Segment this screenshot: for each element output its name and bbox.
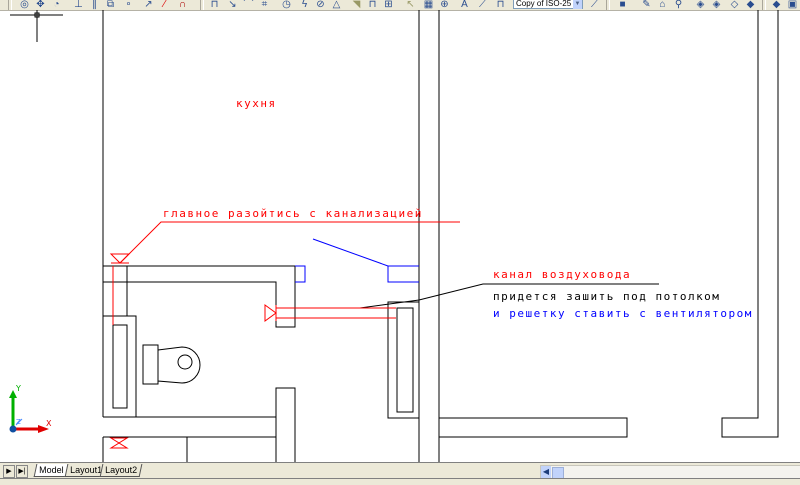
- perpendicular-icon[interactable]: ⊥: [72, 0, 85, 10]
- jogged-dim-icon[interactable]: ϟ: [298, 0, 311, 10]
- dim-update-icon[interactable]: ⊓: [494, 0, 507, 10]
- vent-opening: [295, 265, 306, 283]
- insert-block-icon[interactable]: ⧉: [104, 0, 117, 10]
- dim-style-manager-icon[interactable]: ⟋: [588, 0, 601, 10]
- duct-box-inner: [396, 307, 414, 413]
- main-note-leader: [119, 221, 460, 264]
- tab-label: Model: [39, 465, 64, 475]
- tab-layout2[interactable]: Layout2: [99, 464, 143, 477]
- orbit-icon[interactable]: ◔: [50, 0, 63, 10]
- properties-icon[interactable]: ✎: [640, 0, 653, 10]
- block-editor-icon[interactable]: ◆: [770, 0, 783, 10]
- red-annotations: [109, 221, 460, 449]
- xref-icon[interactable]: ◆: [744, 0, 757, 10]
- ucs-z-label: Z: [16, 418, 21, 426]
- walls: [10, 10, 779, 462]
- continue-dim-icon[interactable]: ⊞: [382, 0, 395, 10]
- blue-annotations: [295, 238, 419, 283]
- pan-icon[interactable]: ✥: [34, 0, 47, 10]
- layout-tab-bar: ▶ ▶| Model Layout1 Layout2 ◀: [0, 462, 800, 479]
- toolbar-separator: [200, 0, 204, 10]
- zoom-realtime-icon[interactable]: ◎: [18, 0, 31, 10]
- toilet-tank: [142, 344, 159, 385]
- diameter-dim-icon[interactable]: ⊘: [314, 0, 327, 10]
- quick-leader-icon[interactable]: ↖: [404, 0, 417, 10]
- angular-dim-icon[interactable]: △: [330, 0, 343, 10]
- partition-wall: [103, 265, 296, 328]
- wall-stub: [439, 417, 628, 438]
- draw-order-icon[interactable]: ■: [616, 0, 629, 10]
- quick-dim-icon[interactable]: ◥: [350, 0, 363, 10]
- ceiling-note: придется зашить под потолком: [493, 290, 720, 303]
- scroll-left-icon[interactable]: ◀: [541, 466, 551, 478]
- grille-note: и решетку ставить с вентилятором: [493, 307, 753, 320]
- ucs-origin: [9, 425, 17, 433]
- shaft-box: [103, 315, 137, 417]
- horizontal-scrollbar[interactable]: ◀: [540, 465, 800, 479]
- wall-corner: [721, 10, 779, 438]
- room-label: кухня: [236, 97, 277, 110]
- dim-style-dropdown[interactable]: Copy of ISO-25 ▼: [513, 0, 583, 9]
- layer-icon[interactable]: ⚲: [672, 0, 685, 10]
- center-mark-icon[interactable]: ⊕: [438, 0, 451, 10]
- annotations-text: кухня главное разойтись с канализацией к…: [163, 97, 753, 320]
- baseline-dim-icon[interactable]: ⊓: [366, 0, 379, 10]
- door-jamb: [275, 387, 296, 462]
- ucs-y-label: Y: [15, 384, 21, 393]
- tab-label: Layout2: [105, 465, 138, 475]
- drawing-canvas[interactable]: кухня главное разойтись с канализацией к…: [0, 10, 800, 462]
- ucs-x-label: X: [46, 419, 52, 428]
- block-icon[interactable]: ▣: [786, 0, 799, 10]
- shaft-inner: [112, 324, 128, 409]
- level-marker-icon: [109, 437, 129, 449]
- ucs-icon: Y X Z: [9, 384, 52, 433]
- vent-leader: [312, 238, 389, 267]
- vent-grille: [387, 265, 419, 283]
- layer-isolate-icon[interactable]: ◇: [728, 0, 741, 10]
- snap-none-icon[interactable]: ⁄: [158, 0, 171, 10]
- duct-box: [387, 301, 419, 419]
- dim-text-edit-icon[interactable]: ⟋: [476, 0, 489, 10]
- layer-match-icon[interactable]: ◈: [710, 0, 723, 10]
- arc-length-icon[interactable]: ⌒: [242, 0, 255, 10]
- match-properties-icon[interactable]: ⌂: [656, 0, 669, 10]
- last-tab-button[interactable]: ▶|: [16, 465, 28, 478]
- tab-label: Layout1: [70, 465, 103, 475]
- main-note: главное разойтись с канализацией: [163, 207, 423, 220]
- dim-edit-icon[interactable]: A: [458, 0, 471, 10]
- parallel-icon[interactable]: ∥: [88, 0, 101, 10]
- ordinate-dim-icon[interactable]: ⌗: [258, 0, 271, 10]
- toolbar-separator: [762, 0, 766, 10]
- next-tab-button[interactable]: ▶: [3, 465, 15, 478]
- toolbar-separator: [606, 0, 610, 10]
- duct-note: канал воздуховода: [493, 268, 631, 281]
- dim-style-value: Copy of ISO-25: [516, 0, 572, 8]
- layer-prev-icon[interactable]: ◈: [694, 0, 707, 10]
- level-marker-icon: [109, 253, 131, 264]
- snap-from-icon[interactable]: ↗: [142, 0, 155, 10]
- tab-model[interactable]: Model: [33, 464, 69, 477]
- node-icon[interactable]: ∘: [122, 0, 135, 10]
- chevron-down-icon[interactable]: ▼: [573, 0, 582, 9]
- toilet-drain: [177, 354, 193, 370]
- toolbar-separator: [8, 0, 12, 10]
- tolerance-icon[interactable]: ▦: [422, 0, 435, 10]
- aligned-dim-icon[interactable]: ↘: [226, 0, 239, 10]
- radius-dim-icon[interactable]: ◷: [280, 0, 293, 10]
- valve-icon: [264, 304, 277, 322]
- snap-settings-icon[interactable]: ∩: [176, 0, 189, 10]
- linear-dim-icon[interactable]: ⊓: [208, 0, 221, 10]
